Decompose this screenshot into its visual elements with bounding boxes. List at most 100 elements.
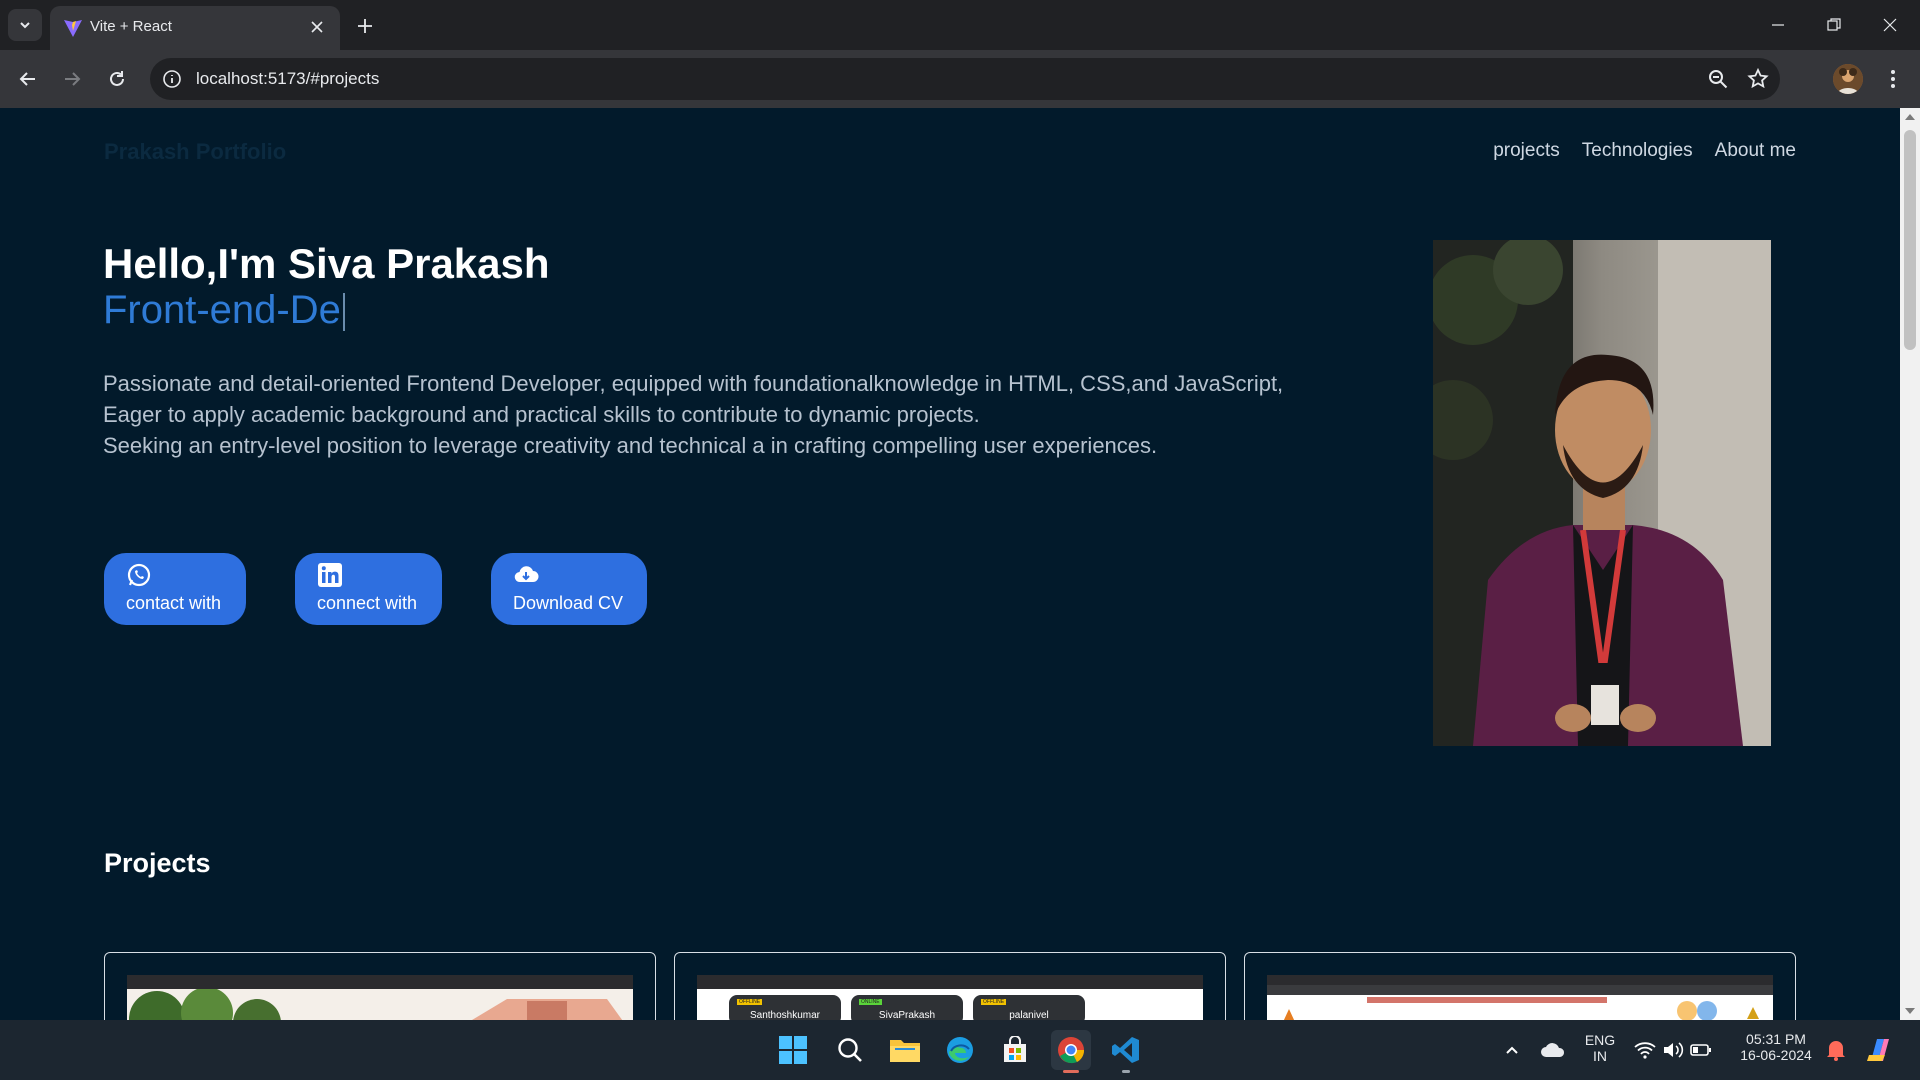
site-info-icon[interactable] bbox=[160, 67, 184, 91]
description-line: Passionate and detail-oriented Frontend … bbox=[103, 371, 1284, 396]
whatsapp-button-label: contact with bbox=[126, 593, 222, 613]
address-bar[interactable]: localhost:5173/#projects bbox=[150, 58, 1780, 100]
search-icon bbox=[838, 1038, 862, 1062]
forward-button[interactable] bbox=[56, 63, 88, 95]
arrow-left-icon bbox=[19, 72, 35, 86]
typing-caret bbox=[342, 293, 345, 332]
chat-user-tile: ONLINE SivaPrakash bbox=[851, 995, 963, 1020]
chat-user-name: Santhoshkumar bbox=[749, 1010, 821, 1020]
onedrive-button[interactable] bbox=[1533, 1030, 1573, 1070]
clock-date: 16-06-2024 bbox=[1740, 1047, 1812, 1063]
chrome-taskbar-button[interactable] bbox=[1051, 1030, 1091, 1073]
linkedin-button-label: connect with bbox=[317, 593, 418, 613]
browser-tab-bar: Vite + React bbox=[0, 0, 1920, 50]
scroll-down-arrow-icon[interactable] bbox=[1904, 1006, 1916, 1016]
zoom-icon[interactable] bbox=[1706, 67, 1730, 91]
volume-icon bbox=[1664, 1042, 1684, 1058]
minimize-icon bbox=[1772, 24, 1784, 26]
active-app-indicator bbox=[1063, 1070, 1079, 1073]
taskbar-search-button[interactable] bbox=[830, 1030, 870, 1070]
plus-icon bbox=[358, 19, 372, 33]
system-tray-quick-settings[interactable] bbox=[1628, 1030, 1718, 1070]
reload-icon bbox=[110, 71, 124, 86]
close-tab-icon[interactable] bbox=[306, 16, 328, 38]
nav-link-technologies[interactable]: Technologies bbox=[1582, 140, 1693, 162]
scroll-up-arrow-icon[interactable] bbox=[1904, 112, 1916, 122]
chevron-down-icon bbox=[20, 22, 30, 29]
reload-button[interactable] bbox=[101, 63, 133, 95]
profile-photo bbox=[1433, 240, 1771, 746]
hero-typed-role: Front-end-De bbox=[103, 288, 345, 333]
cloud-download-icon bbox=[514, 566, 539, 583]
minimize-window-button[interactable] bbox=[1750, 0, 1806, 50]
project-card[interactable] bbox=[1244, 952, 1796, 1020]
windows-logo-icon bbox=[779, 1036, 807, 1064]
vscode-icon bbox=[1112, 1037, 1139, 1063]
store-icon bbox=[1004, 1036, 1026, 1062]
tab-title: Vite + React bbox=[90, 18, 172, 35]
avatar-icon bbox=[1833, 64, 1863, 94]
project-card[interactable] bbox=[104, 952, 656, 1020]
browser-toolbar: localhost:5173/#projects bbox=[0, 50, 1920, 108]
copilot-button[interactable] bbox=[1860, 1030, 1900, 1070]
description-line: Seeking an entry-level position to lever… bbox=[103, 433, 1158, 458]
back-button[interactable] bbox=[12, 63, 44, 95]
chat-user-name: palanivel bbox=[1009, 1010, 1049, 1020]
chrome-icon bbox=[1058, 1037, 1085, 1064]
language-code: ENG bbox=[1584, 1032, 1616, 1048]
chat-user-name: SivaPrakash bbox=[878, 1010, 936, 1020]
clock[interactable]: 05:31 PM 16-06-2024 bbox=[1730, 1031, 1822, 1063]
clock-time: 05:31 PM bbox=[1746, 1031, 1806, 1047]
file-explorer-button[interactable] bbox=[885, 1030, 925, 1070]
show-hidden-icons-button[interactable] bbox=[1492, 1030, 1532, 1070]
portfolio-page: Prakash Portfolio projects Technologies … bbox=[0, 108, 1900, 1020]
project-card[interactable]: OFFLINE Santhoshkumar ONLINE SivaPrakash O… bbox=[674, 952, 1226, 1020]
nav-link-projects[interactable]: projects bbox=[1493, 140, 1560, 162]
notifications-button[interactable] bbox=[1816, 1030, 1856, 1070]
page-scrollbar[interactable] bbox=[1900, 108, 1920, 1020]
start-button[interactable] bbox=[773, 1030, 813, 1070]
description-line: Eager to apply academic background and p… bbox=[103, 402, 980, 427]
battery-icon bbox=[1690, 1044, 1711, 1056]
vite-logo-icon bbox=[64, 20, 82, 37]
bell-icon bbox=[1827, 1041, 1845, 1061]
microsoft-store-button[interactable] bbox=[995, 1030, 1035, 1070]
more-vertical-icon bbox=[1891, 70, 1895, 88]
chat-user-tile: OFFLINE palanivel bbox=[973, 995, 1085, 1020]
whatsapp-contact-button[interactable]: contact with bbox=[104, 553, 246, 625]
edge-browser-button[interactable] bbox=[940, 1030, 980, 1070]
region-code: IN bbox=[1593, 1048, 1607, 1064]
vscode-taskbar-button[interactable] bbox=[1106, 1030, 1146, 1073]
project-screenshot: OFFLINE Santhoshkumar ONLINE SivaPrakash O… bbox=[697, 975, 1203, 1020]
arrow-right-icon bbox=[65, 72, 81, 86]
close-icon bbox=[1883, 18, 1897, 32]
scrollbar-thumb[interactable] bbox=[1904, 130, 1916, 350]
close-window-button[interactable] bbox=[1862, 0, 1918, 50]
site-brand[interactable]: Prakash Portfolio bbox=[104, 139, 286, 165]
chat-user-tile: OFFLINE Santhoshkumar bbox=[729, 995, 841, 1020]
windows-taskbar: ENG IN 05:31 PM 16-06-2024 bbox=[0, 1020, 1920, 1080]
open-app-indicator bbox=[1122, 1070, 1130, 1073]
hero-description: Passionate and detail-oriented Frontend … bbox=[103, 368, 1363, 461]
site-nav: projects Technologies About me bbox=[1493, 140, 1796, 162]
nav-link-about-me[interactable]: About me bbox=[1715, 140, 1796, 162]
bookmark-star-icon[interactable] bbox=[1746, 67, 1770, 91]
language-indicator[interactable]: ENG IN bbox=[1580, 1032, 1620, 1064]
chevron-up-icon bbox=[1506, 1046, 1518, 1054]
tab-search-button[interactable] bbox=[8, 9, 42, 41]
new-tab-button[interactable] bbox=[350, 11, 380, 41]
restore-window-button[interactable] bbox=[1806, 0, 1862, 50]
linkedin-icon bbox=[318, 563, 342, 587]
project-screenshot bbox=[1267, 975, 1773, 1020]
download-cv-label: Download CV bbox=[513, 593, 624, 613]
download-cv-button[interactable]: Download CV bbox=[491, 553, 647, 625]
profile-avatar[interactable] bbox=[1833, 64, 1863, 94]
wifi-icon bbox=[1634, 1042, 1656, 1059]
folder-icon bbox=[890, 1040, 920, 1062]
browser-tab[interactable]: Vite + React bbox=[50, 6, 340, 50]
browser-menu-button[interactable] bbox=[1880, 63, 1906, 95]
linkedin-connect-button[interactable]: connect with bbox=[295, 553, 442, 625]
cloud-icon bbox=[1541, 1043, 1565, 1057]
projects-heading: Projects bbox=[104, 848, 211, 878]
copilot-icon bbox=[1867, 1039, 1889, 1061]
